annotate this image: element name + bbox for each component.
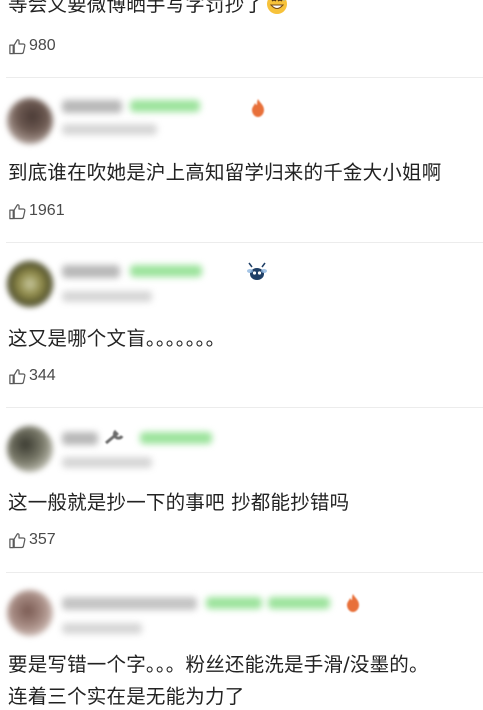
comment-text: 要是写错一个字。。。粉丝还能洗是手滑/没墨的。 <box>8 653 429 676</box>
wrench-badge-icon <box>105 429 124 445</box>
thumbs-up-icon <box>9 368 26 384</box>
like-button[interactable]: 980 <box>8 35 56 57</box>
like-count: 1961 <box>29 202 65 219</box>
bee-badge-icon <box>247 262 267 280</box>
comment-feed: 等会又要微博晒手写字罚抄了 980 到底谁在吹她是沪上高知留学归来的千金大小姐啊 <box>0 0 483 708</box>
member-badge-blurred <box>130 100 200 112</box>
comment-text: 到底谁在吹她是沪上高知留学归来的千金大小姐啊 <box>8 161 442 184</box>
divider <box>6 242 483 243</box>
fire-badge-icon <box>347 594 359 612</box>
comment-text-line2: 连着三个实在是无能为力了 <box>8 685 245 708</box>
username-blurred[interactable] <box>62 432 98 445</box>
member-badge-blurred <box>268 597 330 609</box>
timestamp-blurred <box>62 623 142 634</box>
like-count: 357 <box>29 531 56 548</box>
timestamp-blurred <box>62 124 157 135</box>
comment-text: 这又是哪个文盲。。。。。。。 <box>8 327 226 350</box>
like-count: 980 <box>29 37 56 54</box>
comment-text: 这一般就是抄一下的事吧 抄都能抄错吗 <box>8 491 350 514</box>
timestamp-blurred <box>62 457 152 468</box>
avatar[interactable] <box>7 98 53 144</box>
username-blurred[interactable] <box>62 597 197 610</box>
avatar[interactable] <box>7 426 53 472</box>
thumbs-up-icon <box>9 203 26 219</box>
divider <box>6 407 483 408</box>
comment-text: 等会又要微博晒手写字罚抄了 <box>8 0 288 18</box>
grinning-sweat-emoji-icon <box>267 0 288 14</box>
like-button[interactable]: 357 <box>8 529 56 551</box>
like-button[interactable]: 344 <box>8 365 56 387</box>
member-badge-blurred <box>140 432 212 444</box>
timestamp-blurred <box>62 291 152 302</box>
fire-badge-icon <box>252 99 264 117</box>
avatar[interactable] <box>7 590 53 636</box>
divider <box>6 77 483 78</box>
member-badge-blurred <box>130 265 202 277</box>
thumbs-up-icon <box>9 532 26 548</box>
username-blurred[interactable] <box>62 265 120 278</box>
thumbs-up-icon <box>9 38 26 54</box>
member-badge-blurred <box>206 597 262 609</box>
like-count: 344 <box>29 367 56 384</box>
like-button[interactable]: 1961 <box>8 200 65 222</box>
avatar[interactable] <box>7 261 53 307</box>
username-blurred[interactable] <box>62 100 122 113</box>
divider <box>6 572 483 573</box>
